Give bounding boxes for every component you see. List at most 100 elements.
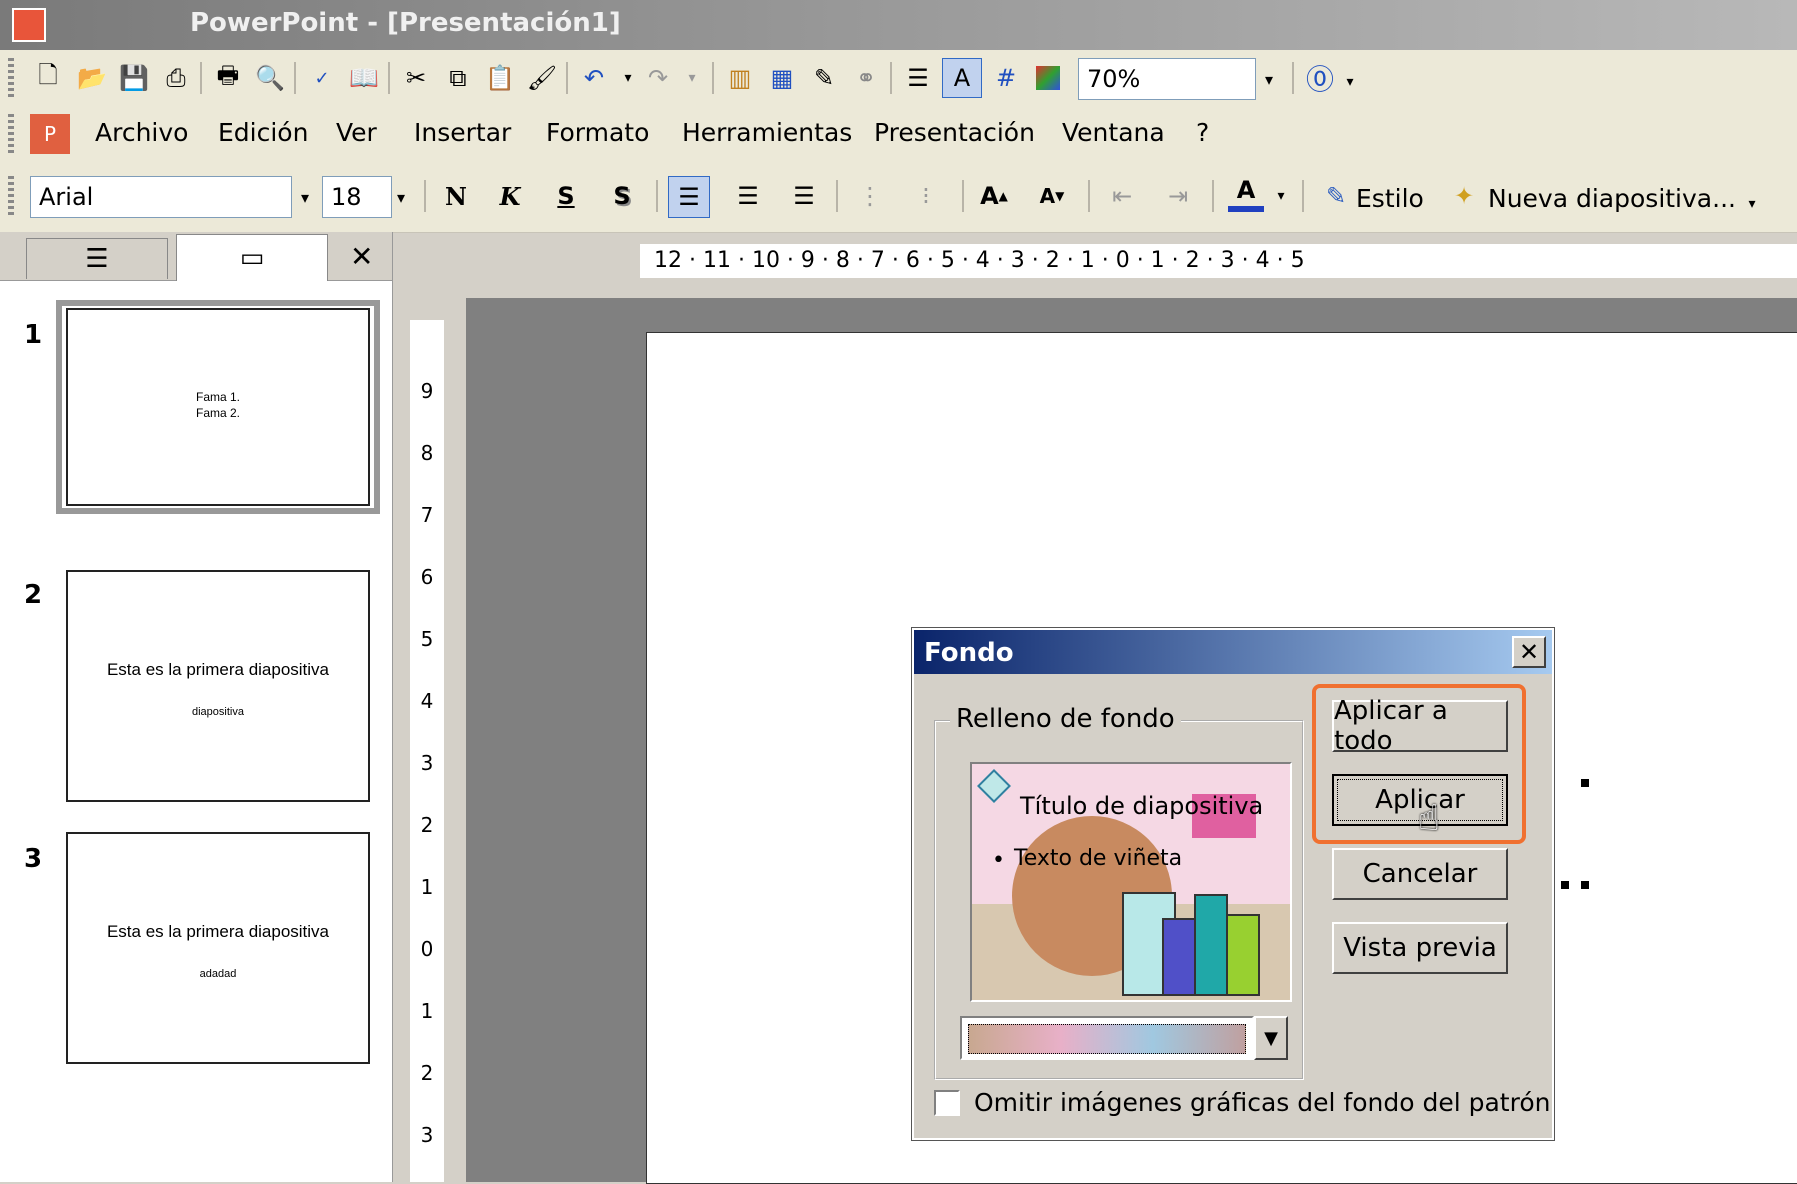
toolbar-grip[interactable]: [8, 58, 14, 98]
numbering-icon[interactable]: ⋮: [852, 178, 888, 214]
style-icon[interactable]: ✎: [1318, 178, 1354, 214]
powerpoint-app-icon[interactable]: [12, 8, 46, 42]
insert-table-icon[interactable]: ▦: [764, 60, 800, 96]
placeholder-handle[interactable]: [1581, 779, 1589, 787]
font-size-dropdown-icon[interactable]: ▾: [388, 177, 414, 217]
slide-number: 3: [24, 844, 43, 874]
fill-dropdown[interactable]: [960, 1016, 1254, 1060]
decrease-indent-icon[interactable]: ⇤: [1104, 178, 1140, 214]
menu-grip[interactable]: [8, 114, 14, 154]
slide-3-line-2: adadad: [199, 968, 237, 980]
undo-icon[interactable]: ↶: [576, 60, 612, 96]
dialog-title: Fondo: [924, 638, 1014, 668]
insert-hyperlink-icon[interactable]: ⚭: [848, 60, 884, 96]
dialog-title-bar[interactable]: Fondo ✕: [914, 630, 1552, 674]
increase-font-icon[interactable]: A ▲: [976, 178, 1012, 214]
paste-icon[interactable]: 📋: [482, 60, 518, 96]
format-toolbar-options-icon[interactable]: ▾: [1742, 186, 1762, 222]
panel-tabs: ☰ ▭ ✕: [0, 232, 392, 281]
dialog-close-button[interactable]: ✕: [1512, 636, 1546, 668]
new-slide-button[interactable]: Nueva diapositiva...: [1488, 184, 1736, 213]
bullets-icon[interactable]: ⁝: [908, 178, 944, 214]
horizontal-ruler[interactable]: 12 · 11 · 10 · 9 · 8 · 7 · 6 · 5 · 4 · 3…: [640, 244, 1797, 278]
omit-graphics-checkbox[interactable]: [934, 1090, 960, 1116]
align-center-icon[interactable]: ☰: [730, 178, 766, 214]
print-preview-icon[interactable]: 🔍: [252, 60, 288, 96]
format-grip[interactable]: [8, 176, 14, 216]
cut-icon[interactable]: ✂: [398, 60, 434, 96]
zoom-dropdown-icon[interactable]: ▾: [1256, 59, 1282, 99]
toolbar-options-icon[interactable]: ▾: [1340, 64, 1360, 100]
window-title: PowerPoint - [Presentación1]: [190, 8, 621, 38]
vertical-ruler[interactable]: 987 654 321 012 3: [410, 320, 444, 1182]
slides-tab-icon[interactable]: ▭: [176, 234, 328, 281]
decrease-font-icon[interactable]: A ▼: [1034, 178, 1070, 214]
redo-dropdown-icon[interactable]: ▾: [674, 60, 710, 96]
background-preview: Título de diapositiva • Texto de viñeta: [970, 762, 1292, 1002]
align-right-icon[interactable]: ☰: [786, 178, 822, 214]
menu-archivo[interactable]: Archivo: [95, 118, 188, 147]
grid-icon[interactable]: #: [988, 60, 1024, 96]
new-slide-icon[interactable]: ✦: [1446, 178, 1482, 214]
document-menu-icon[interactable]: P: [30, 114, 70, 154]
slide-1-line-1: Fama 1.: [195, 390, 240, 404]
title-bar: PowerPoint - [Presentación1]: [0, 0, 1797, 50]
slide-thumbnail-2[interactable]: Esta es la primera diapositiva diapositi…: [66, 570, 370, 802]
format-toolbar: Arial ▾ 18 ▾ N K S S ☰ ☰ ☰ ⋮ ⁝ A ▲ A ▼ ⇤ ⇥…: [0, 162, 1797, 233]
redo-icon[interactable]: ↷: [640, 60, 676, 96]
research-icon[interactable]: 📖: [346, 60, 382, 96]
shadow-button[interactable]: S: [604, 178, 640, 214]
insert-chart-icon[interactable]: ▥: [722, 60, 758, 96]
increase-indent-icon[interactable]: ⇥: [1160, 178, 1196, 214]
placeholder-handle[interactable]: [1561, 881, 1569, 889]
preview-bullet: Texto de viñeta: [1014, 846, 1183, 871]
menu-presentacion[interactable]: Presentación: [874, 118, 1035, 147]
open-icon[interactable]: 📂: [74, 60, 110, 96]
slide-number: 2: [24, 580, 43, 610]
placeholder-handle[interactable]: [1581, 881, 1589, 889]
menu-help[interactable]: ?: [1196, 118, 1209, 147]
background-dialog: Fondo ✕ Relleno de fondo Título de diapo…: [911, 627, 1555, 1141]
align-left-icon[interactable]: ☰: [668, 176, 710, 218]
menu-ventana[interactable]: Ventana: [1062, 118, 1165, 147]
close-panel-icon[interactable]: ✕: [350, 240, 373, 273]
style-button[interactable]: Estilo: [1356, 184, 1424, 213]
menu-edicion[interactable]: Edición: [218, 118, 308, 147]
menu-insertar[interactable]: Insertar: [414, 118, 511, 147]
font-color-icon[interactable]: A: [1228, 174, 1264, 212]
group-label: Relleno de fondo: [950, 704, 1181, 734]
print-icon[interactable]: 🖶: [210, 60, 246, 96]
font-size-field[interactable]: 18: [322, 176, 392, 218]
help-icon[interactable]: ⓪: [1302, 60, 1338, 96]
outline-tab-icon[interactable]: ☰: [26, 238, 168, 279]
show-formatting-icon[interactable]: A: [942, 58, 982, 98]
cancel-button[interactable]: Cancelar: [1332, 848, 1508, 900]
slide-3-line-1: Esta es la primera diapositiva: [106, 922, 330, 941]
color-grayscale-icon[interactable]: [1030, 60, 1066, 96]
menu-formato[interactable]: Formato: [546, 118, 649, 147]
menu-herramientas[interactable]: Herramientas: [682, 118, 852, 147]
save-icon[interactable]: 💾: [116, 60, 152, 96]
slide-thumbnail-3[interactable]: Esta es la primera diapositiva adadad: [66, 832, 370, 1064]
preview-button[interactable]: Vista previa: [1332, 922, 1508, 974]
bold-button[interactable]: N: [438, 178, 474, 214]
menu-ver[interactable]: Ver: [336, 118, 377, 147]
fill-dropdown-arrow-icon[interactable]: ▼: [1254, 1016, 1288, 1060]
italic-button[interactable]: K: [492, 178, 528, 214]
font-dropdown-icon[interactable]: ▾: [292, 177, 318, 217]
format-painter-icon[interactable]: 🖌: [524, 60, 560, 96]
zoom-field[interactable]: 70%: [1078, 58, 1256, 100]
expand-all-icon[interactable]: ☰: [900, 60, 936, 96]
slide-number: 1: [24, 320, 43, 350]
slide-1-line-2: Fama 2.: [195, 406, 240, 420]
font-color-dropdown-icon[interactable]: ▾: [1270, 178, 1292, 214]
new-icon[interactable]: 🗋: [30, 60, 66, 96]
permission-icon[interactable]: ⎙: [158, 60, 194, 96]
slide-thumbnail-1[interactable]: Fama 1. Fama 2.: [66, 308, 370, 506]
underline-button[interactable]: S: [548, 178, 584, 214]
font-name-field[interactable]: Arial: [30, 176, 292, 218]
hand-cursor-icon: ☝: [1418, 798, 1440, 839]
spelling-icon[interactable]: ✓: [304, 60, 340, 96]
tables-borders-icon[interactable]: ✎: [806, 60, 842, 96]
copy-icon[interactable]: ⧉: [440, 60, 476, 96]
